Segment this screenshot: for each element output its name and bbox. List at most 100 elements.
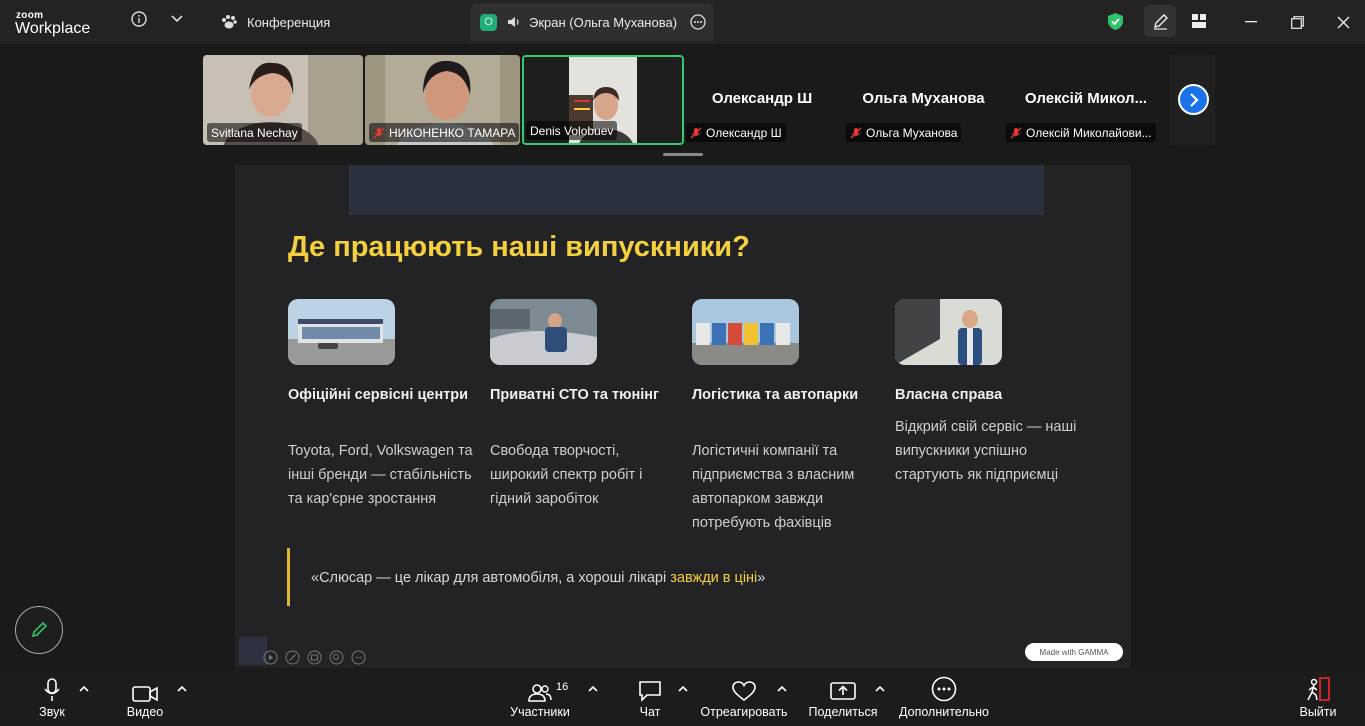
video-camera-icon bbox=[132, 686, 158, 702]
column-heading: Приватні СТО та тюнінг bbox=[490, 387, 660, 403]
mic-muted-icon bbox=[850, 127, 862, 138]
react-button[interactable]: Отреагировать bbox=[700, 669, 788, 726]
column-text: Свобода творчості, широкий спектр робіт … bbox=[490, 443, 643, 507]
slide-column: Власна справа Відкрий свій сервіс — наші… bbox=[895, 299, 1085, 487]
tab-screen-share[interactable]: О Экран (Ольга Муханова) bbox=[470, 3, 714, 41]
more-button[interactable]: Дополнительно bbox=[898, 669, 990, 726]
participant-name: Олексій Миколайови... bbox=[1006, 123, 1156, 142]
tab-meeting-label: Конференция bbox=[247, 14, 331, 30]
mechanic-car-image bbox=[490, 299, 597, 365]
column-heading: Власна справа bbox=[895, 387, 1003, 403]
chat-label: Чат bbox=[639, 705, 661, 719]
close-icon[interactable] bbox=[1333, 12, 1353, 32]
slide-column: Офіційні сервісні центри Toyota, Ford, V… bbox=[288, 299, 478, 511]
mic-muted-icon bbox=[1010, 127, 1022, 138]
column-text: Логістичні компанії та підприємства з вл… bbox=[692, 443, 855, 531]
annotate-pencil-icon[interactable] bbox=[1144, 5, 1176, 37]
more-options-icon[interactable] bbox=[690, 14, 706, 30]
gallery-view-icon[interactable] bbox=[1189, 11, 1209, 31]
participant-display-name: Олександр Ш bbox=[711, 90, 813, 107]
business-owner-image bbox=[895, 299, 1002, 365]
share-label: Поделиться bbox=[808, 705, 878, 719]
participant-tile-active-speaker[interactable]: Denis Volobuev bbox=[522, 55, 684, 145]
slide-header-image bbox=[349, 165, 1044, 215]
participant-tile[interactable]: Ольга Муханова Ольга Муханова bbox=[846, 55, 1001, 145]
mic-muted-icon bbox=[690, 127, 702, 138]
participant-display-name: Ольга Муханова bbox=[862, 90, 985, 107]
presenter-controls bbox=[263, 650, 366, 665]
participant-display-name: Олексій Микол... bbox=[1024, 90, 1148, 107]
participant-name: НИКОНЕНКО ТАМАРА bbox=[369, 123, 520, 142]
chevron-up-icon[interactable] bbox=[875, 685, 885, 692]
gamma-badge[interactable]: Made with GAMMA bbox=[1025, 643, 1123, 661]
annotate-fab-pencil-icon[interactable] bbox=[15, 606, 63, 654]
share-screen-icon bbox=[830, 682, 856, 700]
chevron-up-icon[interactable] bbox=[777, 685, 787, 692]
slide-column: Логістика та автопарки Логістичні компан… bbox=[692, 299, 882, 535]
meeting-toolbar: Звук Видео Участники 16 Чат Отреагироват… bbox=[0, 669, 1365, 726]
participants-count: 16 bbox=[556, 681, 569, 693]
participant-tile[interactable]: Svitlana Nechay bbox=[203, 55, 363, 145]
speaker-icon bbox=[508, 17, 519, 27]
audio-label: Звук bbox=[39, 705, 65, 719]
title-bar: zoom Workplace Конференция О Экран (Ольг… bbox=[0, 0, 1365, 44]
microphone-icon bbox=[44, 678, 60, 701]
leave-label: Выйти bbox=[1299, 705, 1337, 719]
play-icon[interactable] bbox=[263, 650, 278, 665]
column-heading: Офіційні сервісні центри bbox=[288, 387, 469, 403]
exit-door-icon bbox=[1307, 677, 1330, 701]
tab-screen-share-label: Экран (Ольга Муханова) bbox=[529, 14, 678, 30]
chevron-right-icon[interactable] bbox=[1178, 84, 1209, 115]
heart-icon bbox=[732, 681, 756, 702]
more-label: Дополнительно bbox=[899, 705, 989, 719]
paw-icon bbox=[222, 15, 237, 29]
strip-resize-handle[interactable] bbox=[663, 153, 703, 156]
sharer-avatar-badge: О bbox=[480, 13, 497, 31]
column-text: Toyota, Ford, Volkswagen та інші бренди … bbox=[288, 443, 473, 507]
pen-icon[interactable] bbox=[285, 650, 300, 665]
dealership-image bbox=[288, 299, 395, 365]
participants-label: Участники bbox=[510, 705, 570, 719]
column-heading: Логістика та автопарки bbox=[692, 387, 859, 403]
participant-name: Ольга Муханова bbox=[846, 123, 962, 142]
zoom-logo-workplace: Workplace bbox=[15, 20, 91, 37]
more-dots-icon bbox=[931, 676, 957, 702]
slide-title: Де працюють наші випускники? bbox=[288, 231, 750, 263]
participants-icon bbox=[528, 684, 552, 702]
chevron-up-icon[interactable] bbox=[177, 685, 187, 692]
participant-tile[interactable]: Олександр Ш Олександр Ш bbox=[686, 55, 838, 145]
video-button[interactable]: Видео bbox=[122, 669, 168, 726]
more-icon[interactable] bbox=[351, 650, 366, 665]
participant-name: Denis Volobuev bbox=[526, 121, 618, 140]
quote-bar bbox=[287, 548, 290, 606]
chevron-up-icon[interactable] bbox=[678, 685, 688, 692]
participant-name: Svitlana Nechay bbox=[207, 123, 302, 142]
chevron-up-icon[interactable] bbox=[588, 685, 598, 692]
slides-icon[interactable] bbox=[307, 650, 322, 665]
shared-screen: Де працюють наші випускники? Офіційні се… bbox=[235, 165, 1131, 668]
participant-tile[interactable]: НИКОНЕНКО ТАМАРА bbox=[365, 55, 520, 145]
slide-quote: «Слюсар — це лікар для автомобіля, а хор… bbox=[311, 570, 766, 586]
truck-fleet-image bbox=[692, 299, 799, 365]
audio-button[interactable]: Звук bbox=[32, 669, 72, 726]
participant-name: Олександр Ш bbox=[686, 123, 786, 142]
slide-column: Приватні СТО та тюнінг Свобода творчості… bbox=[490, 299, 680, 511]
participants-button[interactable]: Участники bbox=[506, 669, 574, 726]
chevron-up-icon[interactable] bbox=[79, 685, 89, 692]
leave-button[interactable]: Выйти bbox=[1298, 669, 1338, 726]
chat-bubble-icon bbox=[639, 681, 661, 702]
mic-muted-icon bbox=[373, 127, 385, 138]
video-label: Видео bbox=[126, 705, 164, 719]
info-icon[interactable] bbox=[130, 10, 148, 28]
restore-icon[interactable] bbox=[1287, 12, 1307, 32]
chat-button[interactable]: Чат bbox=[630, 669, 670, 726]
chevron-down-icon[interactable] bbox=[168, 10, 186, 28]
minimize-icon[interactable] bbox=[1241, 12, 1261, 32]
column-text: Відкрий свій сервіс — наші випускники ус… bbox=[895, 419, 1077, 483]
share-screen-button[interactable]: Поделиться bbox=[806, 669, 880, 726]
react-label: Отреагировать bbox=[700, 705, 788, 719]
zoom-icon[interactable] bbox=[329, 650, 344, 665]
shield-check-icon[interactable] bbox=[1105, 11, 1125, 31]
participant-tile[interactable]: Олексій Микол... Олексій Миколайови... bbox=[1006, 55, 1166, 145]
tab-meeting[interactable]: Конференция bbox=[210, 3, 460, 41]
